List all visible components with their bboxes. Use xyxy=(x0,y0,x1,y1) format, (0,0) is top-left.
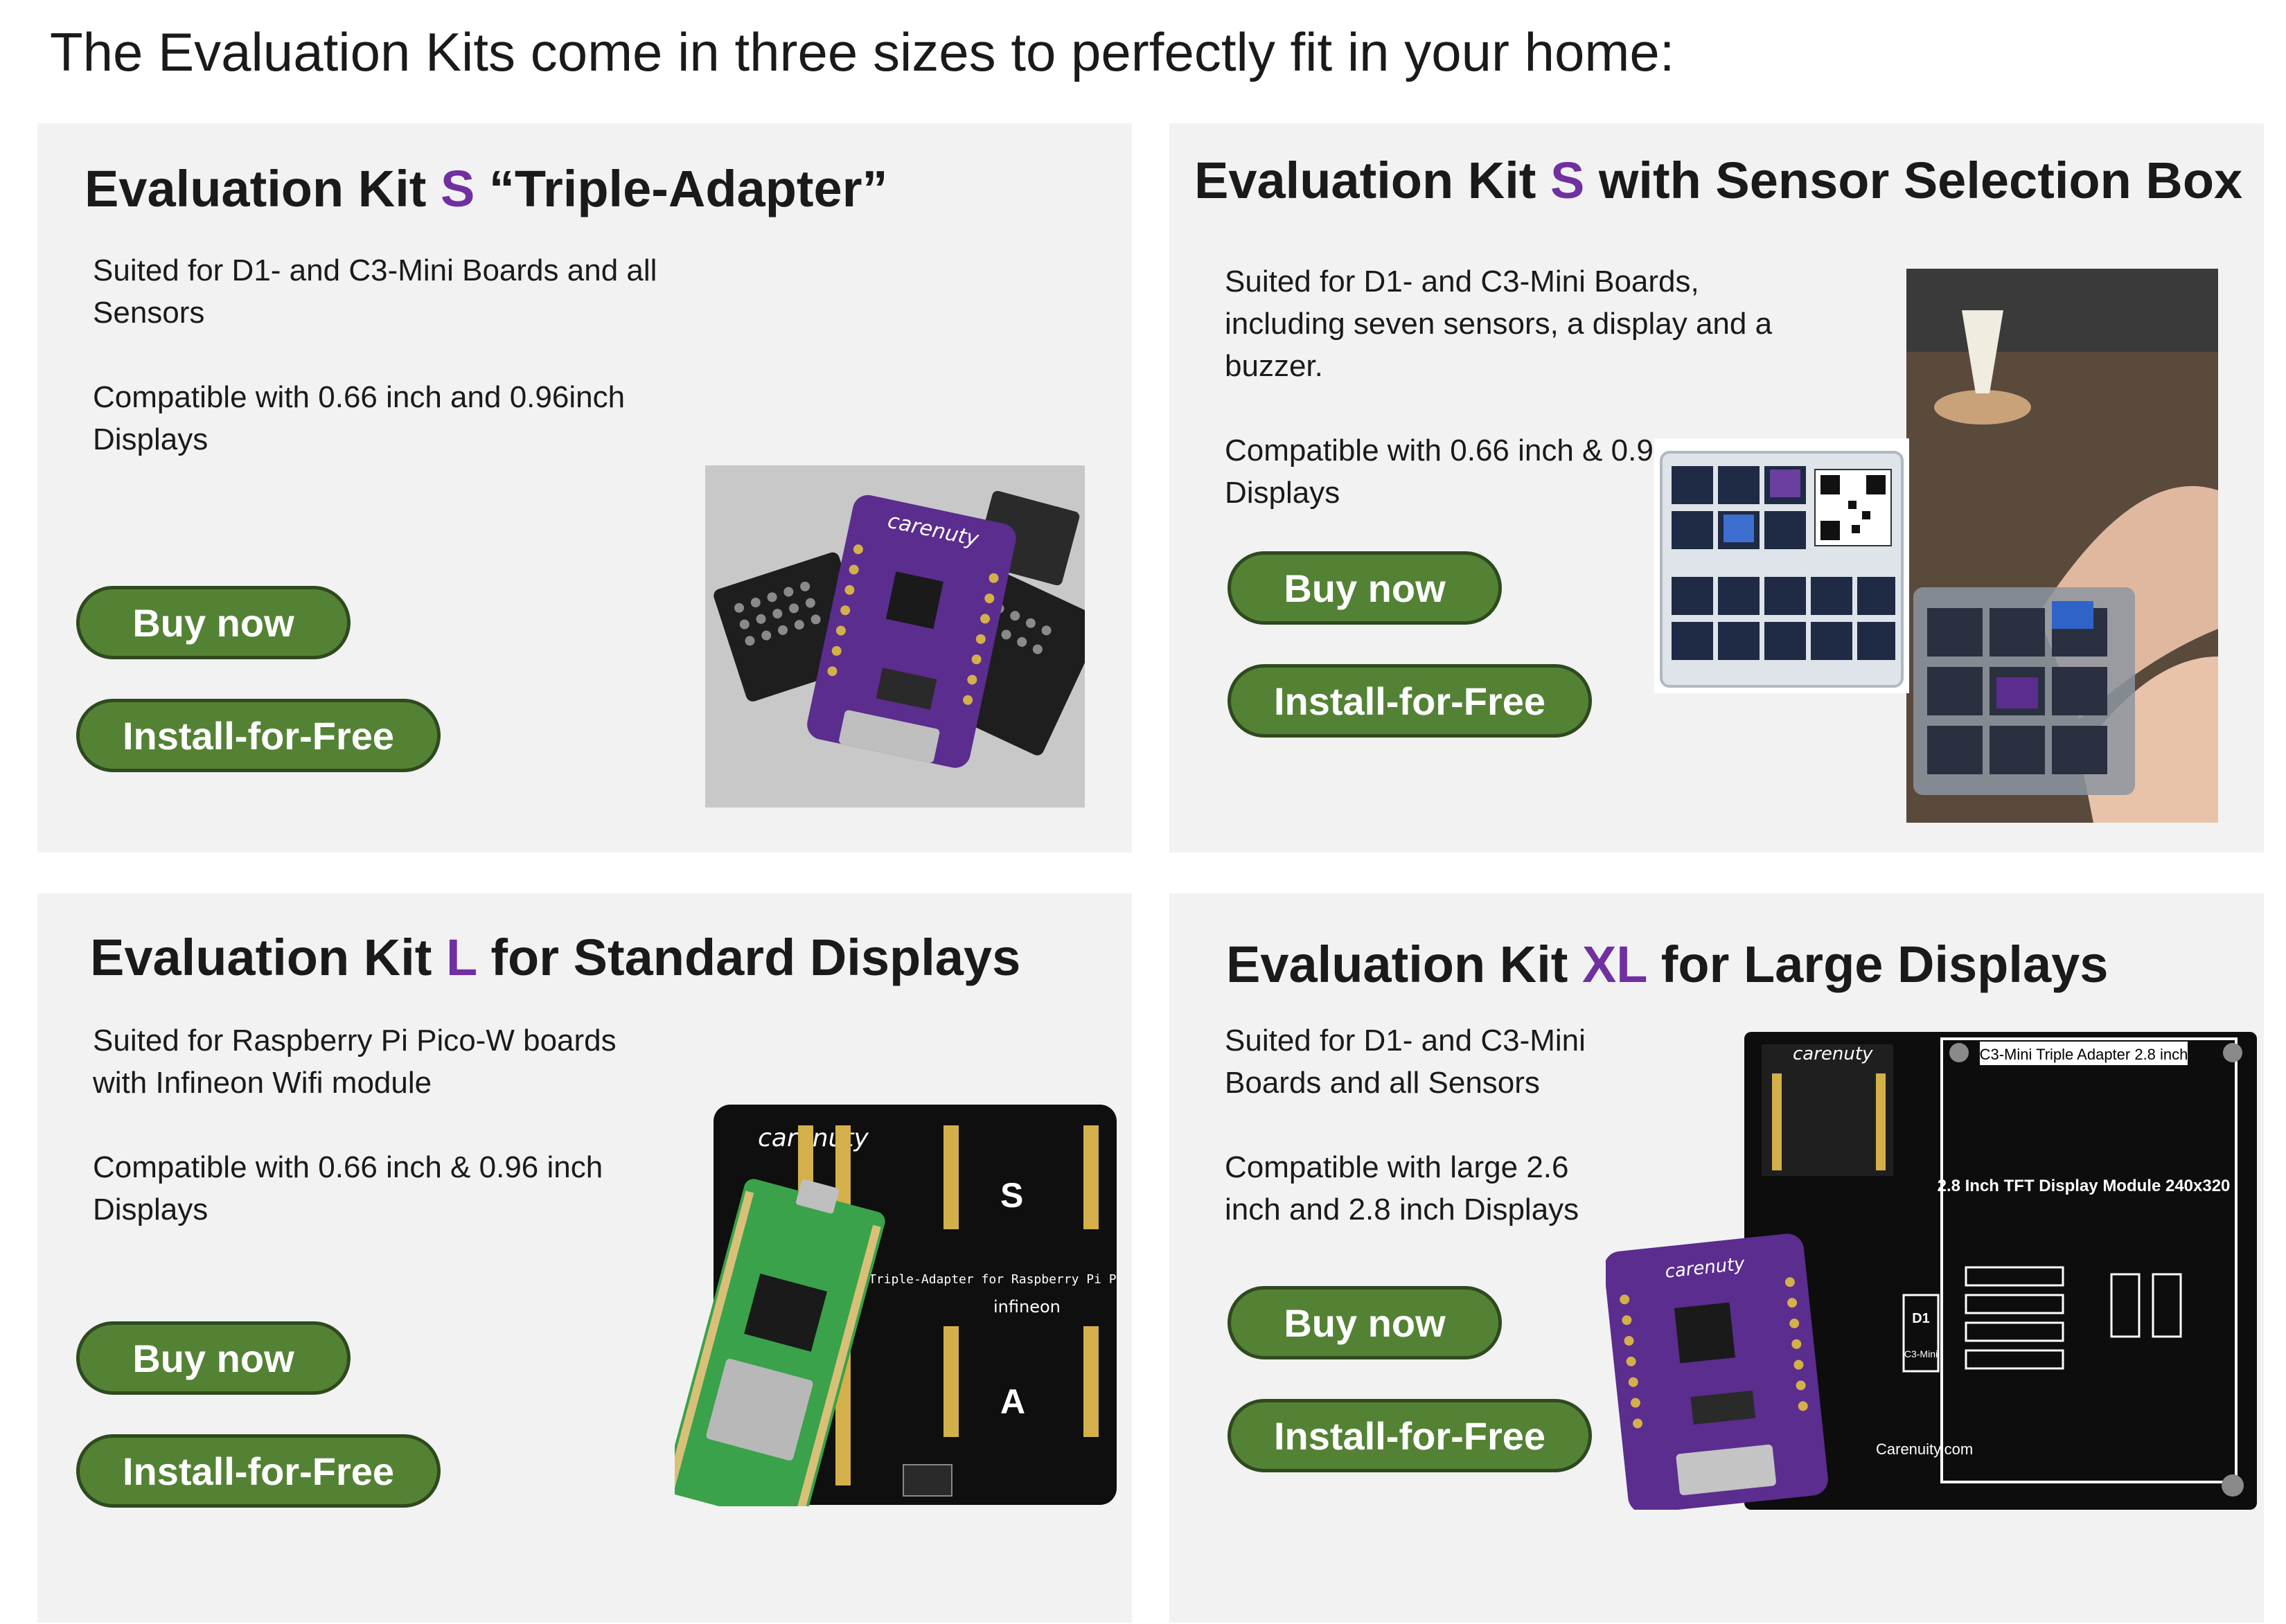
page-headline: The Evaluation Kits come in three sizes … xyxy=(50,21,1675,82)
buy-now-button[interactable]: Buy now xyxy=(1228,551,1502,625)
title-prefix: Evaluation Kit xyxy=(90,929,446,986)
kit-title: Evaluation Kit S with Sensor Selection B… xyxy=(1194,151,2242,210)
pico-s-marker: S xyxy=(1000,1176,1023,1215)
kit-suited-text: Suited for D1- and C3-Mini Boards and al… xyxy=(93,253,657,330)
kit-description: Suited for D1- and C3-Mini Boards and al… xyxy=(93,249,716,461)
title-suffix: for Standard Displays xyxy=(476,929,1021,986)
kit-size-badge: S xyxy=(1550,152,1585,209)
kit-description: Suited for Raspberry Pi Pico-W boards wi… xyxy=(93,1019,647,1231)
pico-adapter-board-photo: carenuty S A Triple-Adapter for Raspberr… xyxy=(675,1105,1118,1506)
kit-suited-text: Suited for Raspberry Pi Pico-W boards wi… xyxy=(93,1024,617,1100)
kit-description: Suited for D1- and C3-Mini Boards and al… xyxy=(1225,1019,1613,1231)
install-for-free-button[interactable]: Install-for-Free xyxy=(1228,664,1592,738)
kit-size-badge: S xyxy=(440,160,475,217)
sensor-box-photo xyxy=(1654,438,1909,693)
xl-module-label: 2.8 Inch TFT Display Module 240x320 xyxy=(1938,1177,2231,1195)
pico-infineon-label: infineon xyxy=(993,1297,1061,1317)
kit-compat-text: Compatible with 0.66 inch & 0.96 inch Di… xyxy=(93,1150,603,1226)
kit-size-badge: L xyxy=(445,929,477,986)
buy-now-button[interactable]: Buy now xyxy=(1228,1286,1502,1359)
kit-card-s-sensor-box: Evaluation Kit S with Sensor Selection B… xyxy=(1169,123,2264,853)
title-prefix: Evaluation Kit xyxy=(1226,936,1582,993)
kit-card-s-triple-adapter: Evaluation Kit S “Triple-Adapter” Suited… xyxy=(37,123,1132,853)
kit-compat-text: Compatible with 0.66 inch and 0.96inch D… xyxy=(93,380,626,456)
kit-size-badge: XL xyxy=(1581,936,1647,993)
xl-board-brand: carenuty xyxy=(1793,1044,1873,1064)
xl-site-label: Carenuity.com xyxy=(1876,1440,1973,1458)
kit-suited-text: Suited for D1- and C3-Mini Boards, inclu… xyxy=(1225,265,1773,383)
kit-title: Evaluation Kit L for Standard Displays xyxy=(90,928,1020,987)
title-suffix: for Large Displays xyxy=(1647,936,2109,993)
install-for-free-button[interactable]: Install-for-Free xyxy=(76,699,441,772)
pico-a-marker: A xyxy=(1000,1382,1025,1421)
xl-c3-label: C3-Mini xyxy=(1904,1348,1938,1359)
kit-title: Evaluation Kit S “Triple-Adapter” xyxy=(85,159,888,218)
pico-board-brand: carenuty xyxy=(758,1124,869,1152)
xl-adapter-board-photo: carenuty C3-Mini Triple Adapter 2.8 inch… xyxy=(1606,1032,2257,1510)
title-prefix: Evaluation Kit xyxy=(85,160,441,217)
pico-caption: Triple-Adapter for Raspberry Pi Pico W w… xyxy=(869,1272,1118,1287)
title-prefix: Evaluation Kit xyxy=(1194,152,1550,209)
install-for-free-button[interactable]: Install-for-Free xyxy=(1228,1399,1592,1472)
title-suffix: “Triple-Adapter” xyxy=(475,160,888,217)
buy-now-button[interactable]: Buy now xyxy=(76,1321,351,1395)
kit-compat-text: Compatible with large 2.6 inch and 2.8 i… xyxy=(1225,1150,1579,1226)
kit-card-l-standard-displays: Evaluation Kit L for Standard Displays S… xyxy=(37,893,1132,1623)
xl-header-label: C3-Mini Triple Adapter 2.8 inch xyxy=(1980,1046,2188,1063)
xl-d1-label: D1 xyxy=(1912,1311,1930,1326)
kit-title: Evaluation Kit XL for Large Displays xyxy=(1226,935,2108,994)
kit-suited-text: Suited for D1- and C3-Mini Boards and al… xyxy=(1225,1024,1586,1100)
sensor-box-hands-photo xyxy=(1906,269,2218,823)
title-suffix: with Sensor Selection Box xyxy=(1584,152,2243,209)
buy-now-button[interactable]: Buy now xyxy=(76,586,351,659)
triple-adapter-photo: carenuty xyxy=(705,465,1085,807)
kit-card-xl-large-displays: Evaluation Kit XL for Large Displays Sui… xyxy=(1169,893,2264,1623)
install-for-free-button[interactable]: Install-for-Free xyxy=(76,1434,441,1508)
